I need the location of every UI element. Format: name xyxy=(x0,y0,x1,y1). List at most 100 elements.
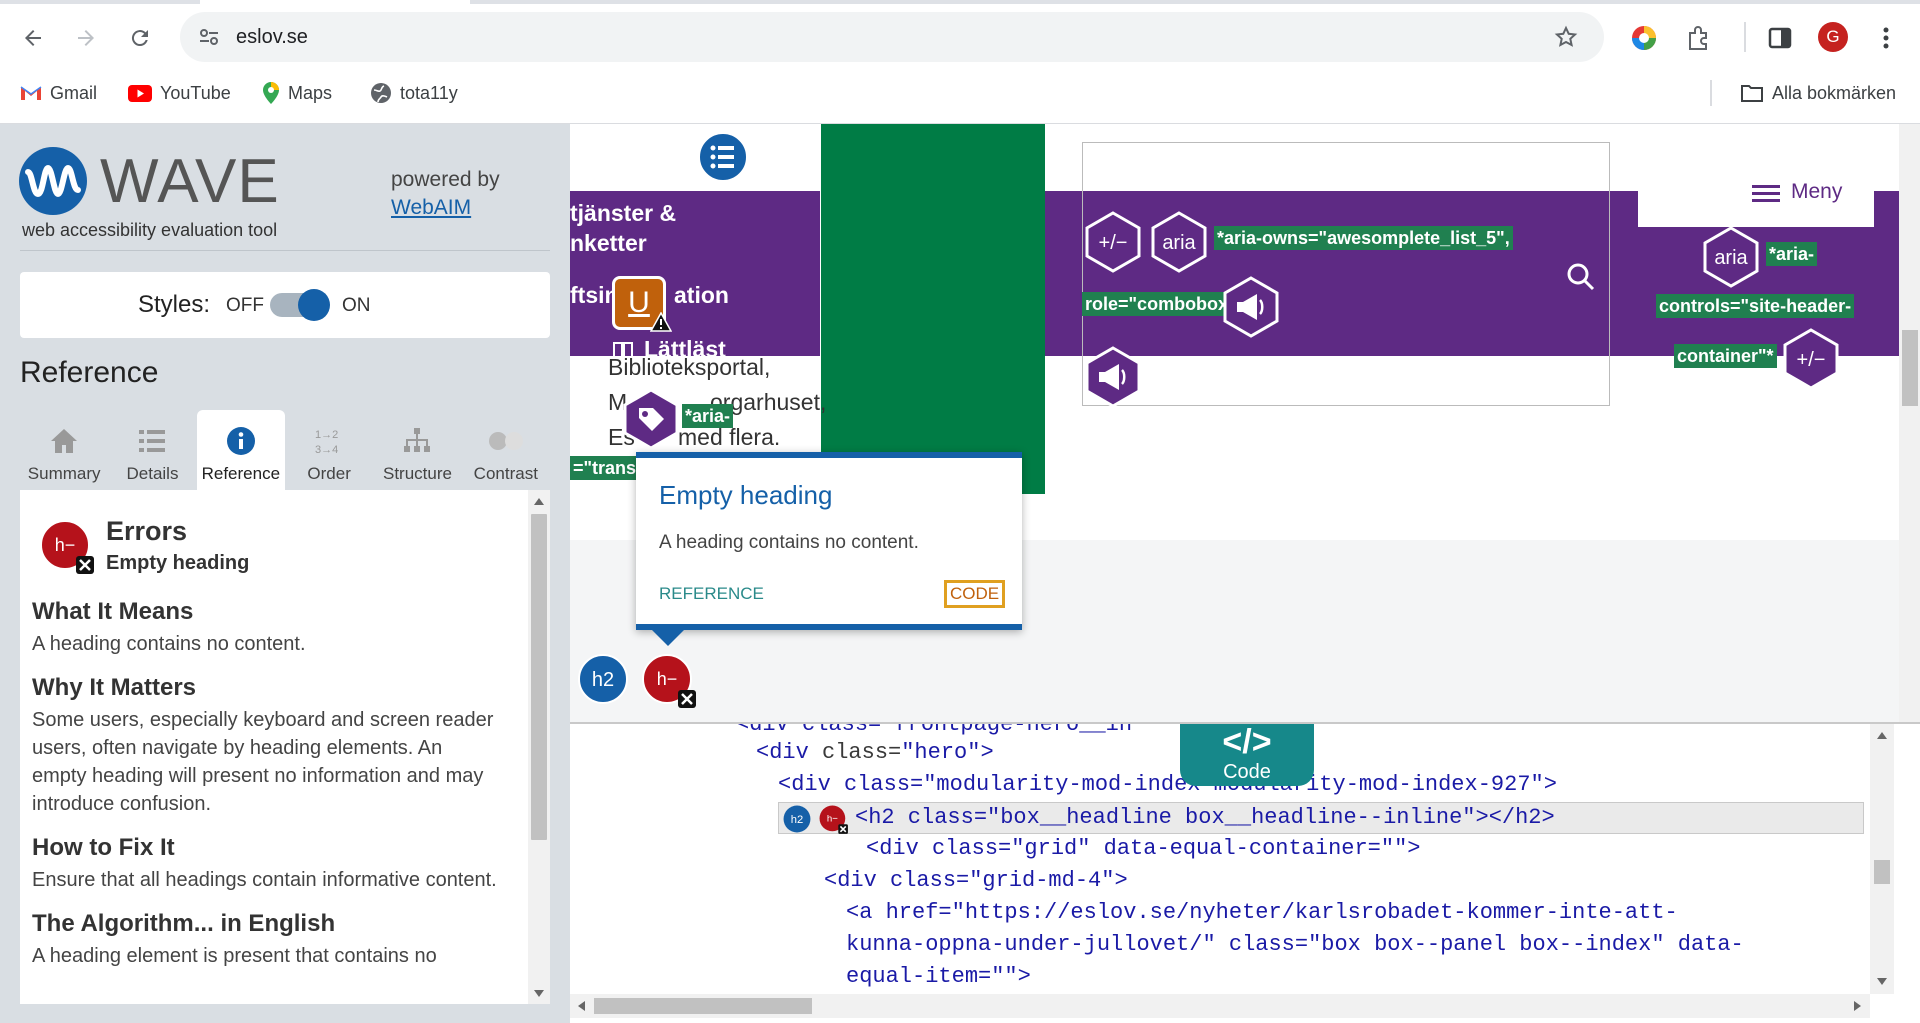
star-icon[interactable] xyxy=(1554,25,1578,49)
megaphone-badge-icon[interactable] xyxy=(1222,276,1280,338)
bookmark-maps[interactable]: Maps xyxy=(262,80,332,106)
bookmark-label: YouTube xyxy=(160,82,231,103)
menu-label[interactable]: Meny xyxy=(1791,180,1842,204)
empty-heading-badge-icon[interactable]: h− xyxy=(819,805,849,835)
tab-label: Contrast xyxy=(473,464,538,483)
nav-text-1[interactable]: tjänster & xyxy=(570,200,676,227)
ref-item-title: Empty heading xyxy=(106,552,250,574)
scroll-up-icon[interactable] xyxy=(1877,732,1887,739)
webaim-link[interactable]: WebAIM xyxy=(391,196,471,220)
styles-toggle[interactable] xyxy=(270,289,330,321)
list-badge-icon[interactable] xyxy=(698,132,748,182)
order-icon: 1→23→4 xyxy=(315,429,338,456)
scroll-thumb[interactable] xyxy=(531,514,547,840)
profile-avatar[interactable]: G xyxy=(1818,22,1848,52)
code-line: <div class="grid-md-4"> xyxy=(824,868,1128,893)
code-scroll-thumb[interactable] xyxy=(1874,860,1890,884)
code-h-scroll-thumb[interactable] xyxy=(594,998,812,1014)
divider xyxy=(20,250,550,251)
arrow-right-icon xyxy=(78,30,94,46)
empty-heading-badge-icon[interactable]: h− xyxy=(642,654,698,710)
tab-reference[interactable]: Reference xyxy=(196,410,285,490)
side-panel-icon[interactable] xyxy=(1766,24,1794,52)
bookmark-tota11y[interactable]: tota11y xyxy=(370,80,458,106)
color-extension-icon[interactable] xyxy=(1630,24,1658,52)
extensions-icon[interactable] xyxy=(1685,24,1713,52)
aria-controls-label-3: container"* xyxy=(1674,344,1777,368)
svg-text:h2: h2 xyxy=(592,669,614,691)
hamburger-icon[interactable] xyxy=(1752,183,1780,205)
aria-badge-icon[interactable]: aria xyxy=(1150,211,1208,273)
aria-controls-label-2: controls="site-header- xyxy=(1656,294,1855,318)
nav-text-3b[interactable]: ation xyxy=(674,282,729,309)
wave-tabs: Summary Details Reference 1→2 3→4 Order S… xyxy=(20,410,550,490)
browser-toolbar: eslov.se G Gmail YouTube Maps tota11y Al… xyxy=(0,0,1920,124)
menu-dots-icon[interactable] xyxy=(1874,24,1898,52)
scroll-up-icon[interactable] xyxy=(534,498,544,505)
popup-reference-link[interactable]: REFERENCE xyxy=(659,584,764,604)
bookmark-divider xyxy=(1710,80,1712,106)
aria-owns-label: *aria-owns="awesomplete_list_5", xyxy=(1214,226,1513,250)
body-text-3b: med flera. xyxy=(678,424,781,450)
plusminus-badge-icon[interactable]: +/− xyxy=(1782,328,1840,390)
tab-details[interactable]: Details xyxy=(108,410,197,490)
globe-icon xyxy=(371,83,391,103)
plusminus-badge-icon[interactable]: +/− xyxy=(1084,211,1142,273)
tab-contrast[interactable]: Contrast xyxy=(461,410,550,490)
svg-text:h−: h− xyxy=(657,669,678,689)
svg-text:aria: aria xyxy=(1162,232,1196,254)
megaphone-badge-icon[interactable] xyxy=(1084,346,1142,408)
url-text[interactable]: eslov.se xyxy=(236,26,308,49)
forward-button[interactable] xyxy=(68,20,104,56)
aria-badge-icon[interactable]: aria xyxy=(1702,226,1760,288)
tab-label: Structure xyxy=(382,464,452,483)
code-toggle-label: Code xyxy=(1223,761,1271,783)
tab-summary[interactable]: Summary xyxy=(20,410,109,490)
code-line: <div class="modularity-mod-index modular… xyxy=(778,772,1557,797)
search-outline xyxy=(1082,142,1610,406)
popup-title: Empty heading xyxy=(659,480,833,510)
aria-label-short: *aria- xyxy=(682,404,734,428)
transl-label: ="transl xyxy=(570,456,645,480)
aria-controls-label-1: *aria- xyxy=(1766,242,1818,266)
svg-text:3→4: 3→4 xyxy=(315,444,338,456)
site-scroll-thumb[interactable] xyxy=(1902,330,1918,406)
site-scrollbar[interactable] xyxy=(1899,124,1920,722)
back-button[interactable] xyxy=(15,20,51,56)
h2-badge-icon[interactable]: h2 xyxy=(783,805,811,833)
bookmark-youtube[interactable]: YouTube xyxy=(128,80,231,106)
address-bar[interactable]: eslov.se xyxy=(180,12,1604,62)
svg-text:aria: aria xyxy=(1714,247,1748,269)
scroll-left-icon[interactable] xyxy=(578,1001,585,1011)
code-line: <div class="grid" data-equal-container="… xyxy=(866,836,1421,861)
tag-aria-icon[interactable] xyxy=(622,388,680,450)
code-h-scrollbar[interactable] xyxy=(570,994,1870,1018)
scroll-down-icon[interactable] xyxy=(534,990,544,997)
h2-badge-icon[interactable]: h2 xyxy=(578,654,628,704)
reload-button[interactable] xyxy=(122,20,158,56)
site-settings-icon[interactable] xyxy=(198,26,220,48)
scroll-down-icon[interactable] xyxy=(1877,978,1887,985)
nav-text-2[interactable]: nketter xyxy=(570,230,647,257)
code-toggle-button[interactable]: </> Code xyxy=(1180,724,1314,786)
styles-off-label: OFF xyxy=(226,295,264,316)
tab-structure[interactable]: Structure xyxy=(373,410,462,490)
toolbar-divider xyxy=(1744,22,1746,52)
styles-label: Styles: xyxy=(138,291,211,318)
code-scrollbar[interactable] xyxy=(1870,724,1894,994)
search-icon[interactable] xyxy=(1566,262,1596,292)
structure-icon xyxy=(404,428,431,452)
reference-scrollbar[interactable] xyxy=(528,490,550,1004)
tab-order[interactable]: 1→2 3→4 Order xyxy=(284,410,374,490)
ref-content: What It Means A heading contains no cont… xyxy=(32,598,502,970)
bookmark-label: Gmail xyxy=(50,82,98,103)
bookmark-gmail[interactable]: Gmail xyxy=(20,80,97,106)
code-line: equal-item=""> xyxy=(846,964,1031,989)
popup-code-button[interactable]: CODE xyxy=(944,580,1006,608)
svg-text:h2: h2 xyxy=(791,814,803,826)
all-bookmarks-button[interactable]: Alla bokmärken xyxy=(1740,80,1896,106)
youtube-icon xyxy=(128,84,152,102)
code-line: kunna-oppna-under-jullovet/" class="box … xyxy=(846,932,1744,957)
scroll-right-icon[interactable] xyxy=(1854,1001,1861,1011)
why-it-matters-heading: Why It Matters xyxy=(32,674,197,701)
